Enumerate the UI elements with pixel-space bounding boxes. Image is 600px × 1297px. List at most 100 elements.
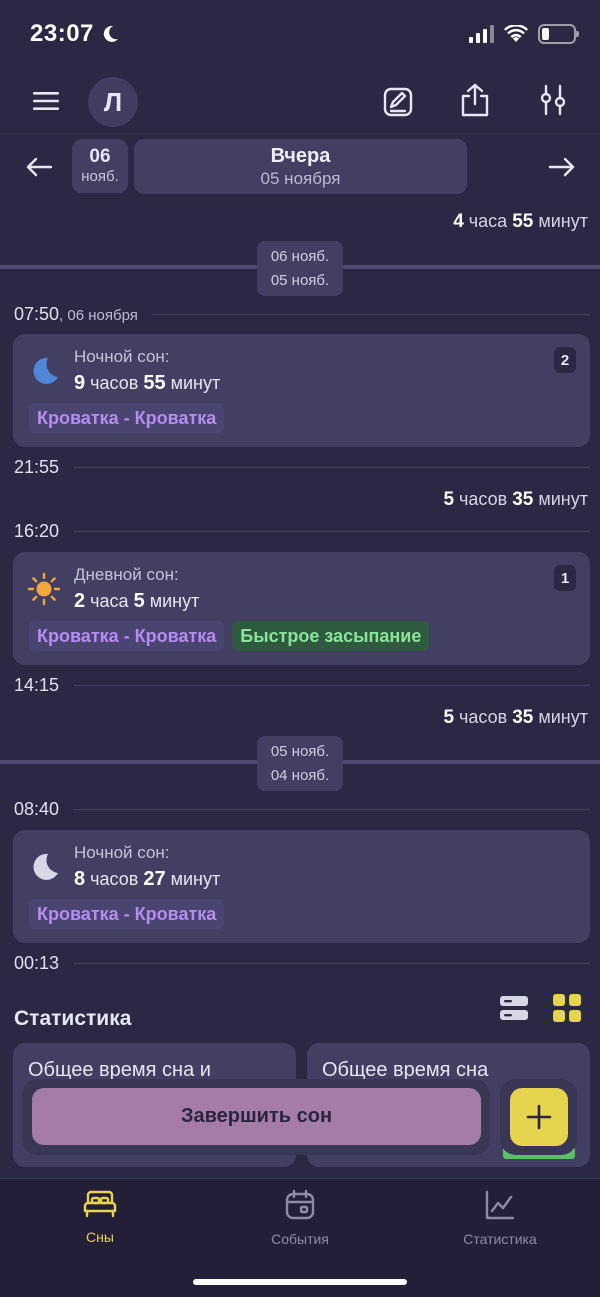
- time-marker: 14:15: [14, 675, 590, 696]
- edit-note-icon: [383, 87, 413, 117]
- duration-minutes: 27: [143, 868, 166, 890]
- duration-minutes-unit: минут: [170, 869, 221, 889]
- prev-date-day: 06: [89, 146, 111, 167]
- tab-label: Статистика: [463, 1231, 537, 1247]
- place-tag: Кроватка - Кроватка: [29, 621, 225, 651]
- arrow-left-icon: [26, 157, 53, 177]
- sleep-type-label: Дневной сон:: [74, 565, 179, 584]
- finish-sleep-button[interactable]: Завершить сон: [32, 1088, 481, 1145]
- tab-events[interactable]: События: [200, 1189, 400, 1247]
- sleep-card-night[interactable]: Ночной сон: 9 часов 55 минут 2 Кроватка …: [13, 334, 590, 447]
- add-button[interactable]: [510, 1088, 568, 1146]
- list-view-toggle[interactable]: [497, 992, 531, 1024]
- night-moon-icon: [33, 853, 58, 880]
- menu-button[interactable]: [30, 86, 62, 116]
- awake-duration: 5 часов 35 минут: [443, 707, 588, 729]
- stats-title: Статистика: [14, 1007, 132, 1030]
- day-separator-top: 05 нояб.: [270, 742, 330, 760]
- wake-count-badge: 2: [554, 347, 576, 373]
- duration-minutes: 55: [512, 211, 534, 232]
- sleep-duration: 9 часов 55 минут: [74, 372, 220, 395]
- current-date-title: Вчера: [270, 144, 331, 167]
- avatar[interactable]: Л: [88, 77, 138, 127]
- current-date-selector[interactable]: Вчера 05 ноября: [134, 139, 467, 194]
- time-marker: 16:20: [14, 521, 590, 542]
- time-marker-time: 00:13: [14, 953, 60, 973]
- fall-asleep-tag: Быстрое засыпание: [232, 621, 430, 651]
- sleep-card-day[interactable]: Дневной сон: 2 часа 5 минут 1 Кроватка -…: [13, 552, 590, 665]
- home-indicator: [193, 1279, 407, 1285]
- day-separator-top: 06 нояб.: [270, 247, 330, 265]
- status-time: 23:07: [30, 20, 120, 48]
- duration-minutes: 35: [512, 489, 534, 510]
- time-marker: 21:55: [14, 457, 590, 478]
- status-indicators: [469, 24, 579, 44]
- place-tag: Кроватка - Кроватка: [29, 403, 225, 433]
- wifi-icon: [504, 25, 528, 42]
- tab-statistics[interactable]: Статистика: [400, 1189, 600, 1247]
- time-marker-time: 14:15: [14, 675, 60, 695]
- duration-minutes-unit: минут: [538, 707, 588, 727]
- sleep-duration: 2 часа 5 минут: [74, 590, 199, 613]
- duration-minutes-unit: минут: [538, 489, 588, 509]
- prev-date-chip[interactable]: 06 нояб.: [72, 139, 128, 193]
- battery-icon: [538, 24, 579, 44]
- prev-day-button[interactable]: [22, 152, 56, 182]
- time-marker-time: 08:40: [14, 799, 60, 819]
- duration-minutes-unit: минут: [149, 591, 200, 611]
- grid-view-toggle[interactable]: [550, 991, 584, 1025]
- tab-sleeps[interactable]: Сны: [0, 1189, 200, 1245]
- duration-hours: 4: [453, 211, 464, 232]
- status-time-text: 23:07: [30, 20, 94, 47]
- bed-icon: [83, 1190, 117, 1218]
- tag-list: Кроватка - Кроватка: [29, 899, 225, 929]
- signal-icon: [469, 25, 494, 43]
- duration-hours-unit: часов: [90, 373, 139, 393]
- arrow-right-icon: [548, 157, 575, 177]
- duration-minutes: 55: [143, 372, 166, 394]
- moon-icon: [103, 25, 118, 42]
- duration-hours-unit: часа: [468, 211, 508, 231]
- day-separator: 06 нояб. 05 нояб.: [257, 241, 343, 296]
- time-marker-date: , 06 ноября: [59, 307, 138, 324]
- time-marker: 08:40: [14, 799, 590, 820]
- time-marker: 07:50, 06 ноября: [14, 304, 590, 325]
- wake-count-badge: 1: [554, 565, 576, 591]
- tab-label: События: [271, 1231, 329, 1247]
- tab-label: Сны: [86, 1229, 114, 1245]
- duration-minutes: 5: [133, 590, 145, 612]
- duration-minutes-unit: минут: [170, 373, 221, 393]
- avatar-letter: Л: [103, 86, 123, 117]
- night-moon-icon: [33, 357, 58, 384]
- time-marker-time: 16:20: [14, 521, 60, 541]
- tag-list: Кроватка - Кроватка Быстрое засыпание: [29, 621, 430, 651]
- share-button[interactable]: [455, 80, 495, 120]
- day-separator-bottom: 05 нояб.: [270, 271, 330, 289]
- duration-hours: 5: [443, 707, 455, 728]
- edit-button[interactable]: [378, 82, 418, 122]
- menu-icon: [33, 92, 59, 110]
- sleep-card-night[interactable]: Ночной сон: 8 часов 27 минут Кроватка - …: [13, 830, 590, 943]
- filter-settings-button[interactable]: [533, 80, 573, 120]
- awake-duration: 5 часов 35 минут: [443, 489, 588, 511]
- duration-hours: 5: [443, 489, 455, 510]
- duration-hours: 2: [74, 590, 86, 612]
- awake-duration: 4 часа 55 минут: [453, 211, 588, 233]
- chart-icon: [485, 1190, 515, 1220]
- duration-hours-unit: часов: [459, 489, 508, 509]
- header-divider: [0, 133, 600, 134]
- sleep-type-label: Ночной сон:: [74, 347, 170, 366]
- next-day-button[interactable]: [545, 152, 579, 182]
- duration-hours-unit: часов: [459, 707, 508, 727]
- duration-hours: 8: [74, 868, 86, 890]
- time-marker-time: 21:55: [14, 457, 60, 477]
- time-marker-time: 07:50: [14, 304, 60, 324]
- day-separator: 05 нояб. 04 нояб.: [257, 736, 343, 791]
- sun-icon: [27, 572, 61, 606]
- duration-hours-unit: часов: [90, 869, 139, 889]
- grid-view-icon: [553, 994, 581, 1022]
- day-separator-bottom: 04 нояб.: [270, 766, 330, 784]
- sliders-icon: [540, 84, 566, 116]
- duration-hours: 9: [74, 372, 86, 394]
- duration-minutes: 35: [512, 707, 534, 728]
